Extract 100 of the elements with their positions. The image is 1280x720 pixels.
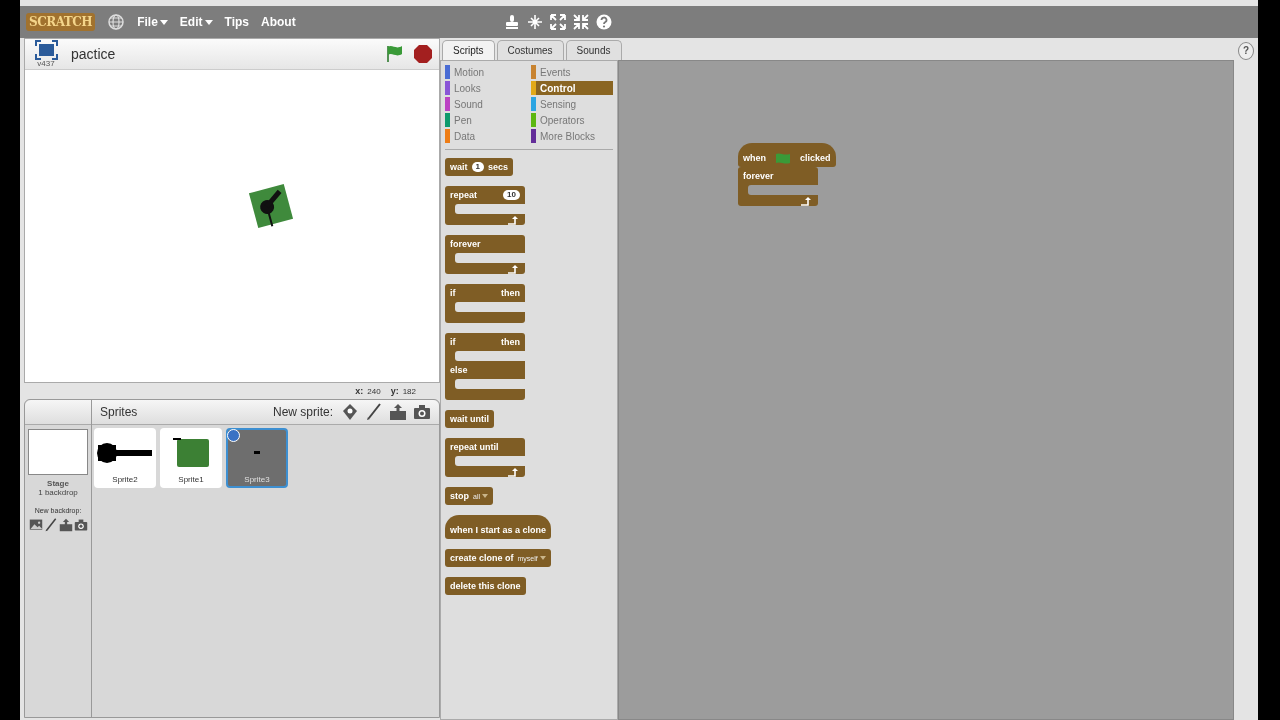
block-label: delete this clone — [450, 581, 521, 591]
crosshair-icon[interactable] — [526, 14, 543, 30]
grow-icon[interactable] — [549, 14, 566, 30]
stop-icon[interactable] — [413, 44, 433, 64]
help-button[interactable]: ? — [1238, 42, 1254, 60]
tab[interactable]: Costumes — [496, 40, 564, 60]
stage-thumbnail[interactable] — [28, 429, 88, 475]
menu-item[interactable]: Tips — [224, 15, 249, 29]
coordinate-value: 182 — [402, 386, 416, 396]
block-mouth — [455, 351, 525, 361]
category-item[interactable]: Control — [531, 81, 613, 95]
number-input[interactable]: 1 — [471, 162, 484, 172]
panel-title: Sprites — [100, 405, 138, 419]
category-item[interactable]: Motion — [445, 65, 527, 79]
upload-icon[interactable] — [389, 403, 407, 421]
shrink-icon[interactable] — [572, 14, 589, 30]
code-block[interactable]: if then — [445, 284, 525, 323]
block-mouth — [455, 379, 525, 389]
block-label: forever — [743, 171, 774, 181]
block-label: forever — [450, 239, 481, 249]
new-sprite-label: New sprite: — [272, 405, 333, 419]
info-icon[interactable] — [227, 429, 240, 442]
sprite-tile[interactable]: Sprite3 — [226, 428, 288, 488]
block-label: repeat until — [450, 442, 499, 452]
help-icon[interactable] — [595, 14, 612, 30]
block-label: create clone of — [450, 553, 514, 563]
block-label: wait — [450, 162, 468, 172]
category-item[interactable]: Events — [531, 65, 613, 79]
block-label: repeat — [450, 190, 477, 200]
version-label: v437 — [37, 60, 55, 68]
category-item[interactable]: Operators — [531, 113, 613, 127]
camera-icon[interactable] — [73, 518, 88, 532]
category-item[interactable]: Pen — [445, 113, 527, 127]
globe-icon[interactable] — [107, 13, 126, 31]
block-mouth — [455, 456, 525, 466]
caret-icon — [539, 556, 546, 560]
code-block[interactable]: when clicked — [738, 143, 836, 167]
stage-label: Stage — [47, 479, 69, 488]
block-label: else — [450, 365, 468, 375]
sprite-thumbnail — [254, 451, 260, 454]
block-label: then — [501, 337, 520, 347]
menu-item[interactable]: Edit — [179, 15, 213, 29]
code-block[interactable]: forever — [445, 235, 525, 274]
block-label: when I start as a clone — [450, 525, 547, 535]
sprite-tile[interactable]: Sprite1 — [160, 428, 222, 488]
code-block[interactable]: when I start as a clone — [445, 515, 552, 539]
caret-icon — [482, 494, 488, 498]
code-block[interactable]: wait until — [445, 410, 494, 428]
code-block[interactable]: if then else — [445, 333, 525, 400]
sprite-thumbnail — [173, 438, 209, 467]
sprite-name: Sprite2 — [112, 475, 138, 484]
loop-arrow-icon — [507, 263, 519, 274]
tab[interactable]: Sounds — [565, 40, 622, 60]
block-label: if — [450, 288, 456, 298]
coordinate-label: x: — [355, 386, 364, 396]
coordinate-label: y: — [390, 386, 399, 396]
flag-icon — [774, 151, 792, 165]
category-item[interactable]: More Blocks — [531, 129, 613, 143]
backdrop-count: 1 backdrop — [38, 488, 78, 497]
sprite-name: Sprite3 — [244, 475, 270, 484]
code-block[interactable]: repeat 10 — [445, 186, 525, 225]
flag-icon[interactable] — [385, 44, 405, 64]
block-label: stop — [450, 491, 469, 501]
block-label: when — [743, 153, 766, 163]
paintbrush-icon[interactable] — [365, 403, 383, 421]
tab[interactable]: Scripts — [442, 40, 495, 60]
coordinate-value: 240 — [367, 386, 381, 396]
sprite-name: Sprite1 — [178, 475, 204, 484]
loop-arrow-icon — [507, 214, 519, 225]
block-label: secs — [487, 162, 508, 172]
category-item[interactable]: Sensing — [531, 97, 613, 111]
block-mouth — [455, 302, 525, 312]
category-item[interactable]: Sound — [445, 97, 527, 111]
upload-icon[interactable] — [58, 518, 73, 532]
sprite-thumbnail — [96, 440, 154, 465]
block-mouth — [748, 185, 818, 195]
code-block[interactable]: wait 1 secs — [445, 158, 513, 176]
image-icon[interactable] — [28, 518, 43, 532]
block-mouth — [455, 253, 525, 263]
menu-item[interactable]: File — [137, 15, 168, 29]
category-item[interactable]: Looks — [445, 81, 527, 95]
stamp-icon[interactable] — [503, 14, 520, 30]
code-block[interactable]: forever — [738, 167, 818, 206]
project-title: pactice — [71, 46, 117, 62]
category-item[interactable]: Data — [445, 129, 527, 143]
block-label: clicked — [800, 153, 831, 163]
fullscreen-icon[interactable] — [34, 40, 58, 60]
block-label: then — [501, 288, 520, 298]
loop-arrow-icon — [800, 195, 812, 206]
menu-item[interactable]: About — [260, 15, 296, 29]
paintbrush-icon[interactable] — [43, 518, 58, 532]
code-block[interactable]: delete this clone — [445, 577, 526, 595]
camera-icon[interactable] — [413, 403, 431, 421]
code-block[interactable]: repeat until — [445, 438, 525, 477]
loop-arrow-icon — [507, 466, 519, 477]
block-label: if — [450, 337, 456, 347]
block-label: wait until — [450, 414, 489, 424]
sprite-tile[interactable]: Sprite2 — [94, 428, 156, 488]
block-mouth — [455, 204, 525, 214]
number-input[interactable]: 10 — [503, 190, 520, 200]
